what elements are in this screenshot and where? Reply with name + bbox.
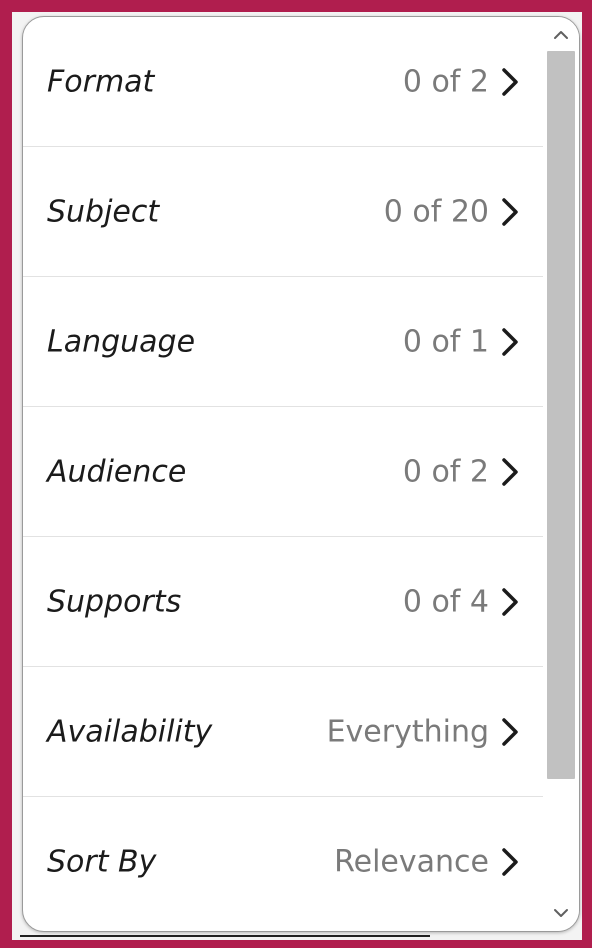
chevron-right-icon	[502, 457, 518, 486]
chevron-up-icon[interactable]	[547, 23, 575, 47]
chevron-right-icon	[502, 327, 518, 356]
scrollbar-track[interactable]	[547, 51, 575, 897]
filter-value: 0 of 1	[402, 324, 489, 359]
filter-value: 0 of 2	[402, 454, 489, 489]
scrollbar-thumb[interactable]	[547, 51, 575, 779]
filter-value: Relevance	[334, 844, 489, 880]
filter-label: Subject	[47, 194, 160, 229]
filter-value: 0 of 2	[402, 64, 489, 99]
filter-label: Format	[47, 64, 155, 99]
chevron-down-icon[interactable]	[547, 901, 575, 925]
filter-row-availability[interactable]: Availability Everything	[23, 667, 543, 797]
filter-label: Supports	[47, 584, 182, 619]
chevron-right-icon	[502, 717, 518, 746]
window-frame: Format 0 of 2 Subject 0 of 20 Language 0…	[0, 0, 592, 948]
filter-value: 0 of 20	[383, 194, 489, 229]
filter-value: Everything	[326, 714, 489, 749]
filter-value: 0 of 4	[402, 584, 489, 619]
filter-label: Language	[47, 324, 196, 359]
filter-list: Format 0 of 2 Subject 0 of 20 Language 0…	[23, 17, 543, 927]
chevron-right-icon	[502, 197, 518, 226]
underlying-divider	[20, 935, 430, 937]
filter-row-audience[interactable]: Audience 0 of 2	[23, 407, 543, 537]
filter-label: Audience	[47, 454, 187, 489]
vertical-scrollbar[interactable]	[543, 17, 579, 931]
filter-row-language[interactable]: Language 0 of 1	[23, 277, 543, 407]
chevron-right-icon	[502, 587, 518, 616]
filter-row-supports[interactable]: Supports 0 of 4	[23, 537, 543, 667]
filter-label: Sort By	[47, 844, 157, 880]
chevron-right-icon	[502, 67, 518, 96]
filter-panel: Format 0 of 2 Subject 0 of 20 Language 0…	[22, 16, 580, 932]
filter-row-sort-by[interactable]: Sort By Relevance	[23, 797, 543, 927]
filter-row-format[interactable]: Format 0 of 2	[23, 17, 543, 147]
filter-label: Availability	[47, 714, 213, 749]
chevron-right-icon	[502, 848, 518, 876]
filter-row-subject[interactable]: Subject 0 of 20	[23, 147, 543, 277]
